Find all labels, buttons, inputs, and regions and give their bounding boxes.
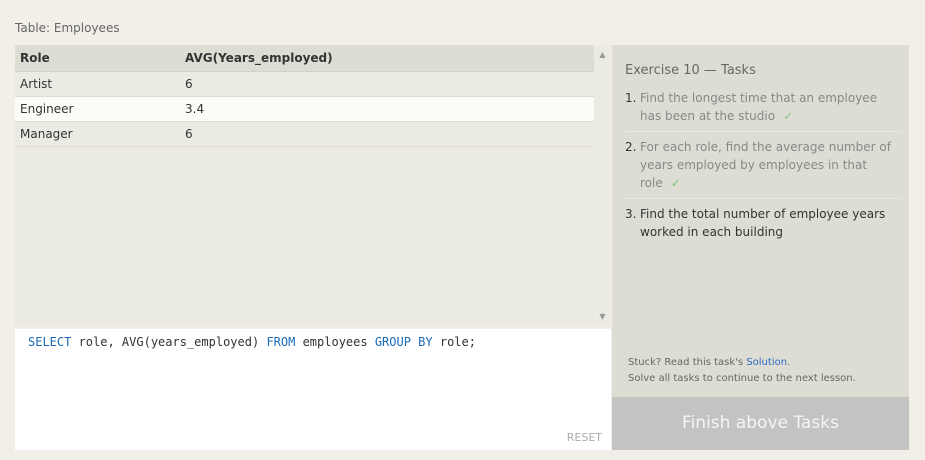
check-icon: ✓ [670, 176, 681, 190]
column-header-role: Role [15, 45, 180, 72]
sql-editor[interactable]: SELECT role, AVG(years_employed) FROM em… [15, 329, 611, 450]
table-cell: 6 [180, 121, 594, 147]
results-table-container: Role AVG(Years_employed) Artist 6 Engine… [15, 45, 594, 327]
table-header-row: Role AVG(Years_employed) [15, 45, 594, 72]
hint-suffix: . [787, 357, 791, 368]
reset-button[interactable]: RESET [567, 431, 602, 444]
sql-text: role; [432, 335, 476, 349]
task-number: 3. [625, 207, 637, 221]
finish-tasks-button[interactable]: Finish above Tasks [612, 397, 909, 450]
hint-text: Stuck? Read this task's Solution. Solve … [628, 355, 856, 387]
task-number: 1. [625, 91, 637, 105]
exercise-title: Exercise 10 — Tasks [625, 63, 756, 78]
left-panel: Role AVG(Years_employed) Artist 6 Engine… [15, 45, 611, 450]
solution-link[interactable]: Solution [746, 357, 787, 368]
table-cell: 3.4 [180, 96, 594, 122]
hint-line-1: Stuck? Read this task's Solution. [628, 355, 856, 371]
results-scrollbar[interactable]: ▲ ▼ [594, 45, 611, 327]
sql-keyword: SELECT [28, 335, 72, 349]
task-item: 3. Find the total number of employee yea… [625, 205, 902, 247]
scroll-up-icon[interactable]: ▲ [594, 48, 611, 62]
task-item: 1. Find the longest time that an employe… [625, 89, 902, 132]
results-table: Role AVG(Years_employed) Artist 6 Engine… [15, 45, 594, 147]
column-header-avg: AVG(Years_employed) [180, 45, 594, 72]
check-icon: ✓ [783, 109, 794, 123]
table-row: Artist 6 [15, 71, 594, 97]
table-cell: Artist [15, 71, 180, 97]
sql-keyword: GROUP BY [374, 335, 433, 349]
table-caption: Table: Employees [15, 21, 120, 35]
table-row: Engineer 3.4 [15, 96, 594, 122]
sql-text: employees [295, 335, 375, 349]
task-number: 2. [625, 140, 637, 154]
sql-text: role, AVG(years_employed) [71, 335, 267, 349]
table-cell: Engineer [15, 96, 180, 122]
table-cell: 6 [180, 71, 594, 97]
sql-keyword: FROM [266, 335, 296, 349]
task-item: 2. For each role, find the average numbe… [625, 138, 902, 199]
task-text: Find the total number of employee years … [640, 207, 886, 239]
hint-prefix: Stuck? Read this task's [628, 357, 747, 368]
tasks-panel: Exercise 10 — Tasks 1. Find the longest … [612, 45, 909, 450]
table-row: Manager 6 [15, 121, 594, 147]
hint-line-2: Solve all tasks to continue to the next … [628, 373, 856, 384]
scroll-down-icon[interactable]: ▼ [594, 310, 611, 324]
task-text: Find the longest time that an employee h… [640, 91, 878, 123]
table-cell: Manager [15, 121, 180, 147]
task-list: 1. Find the longest time that an employe… [625, 89, 902, 253]
sql-query[interactable]: SELECT role, AVG(years_employed) FROM em… [28, 335, 476, 349]
